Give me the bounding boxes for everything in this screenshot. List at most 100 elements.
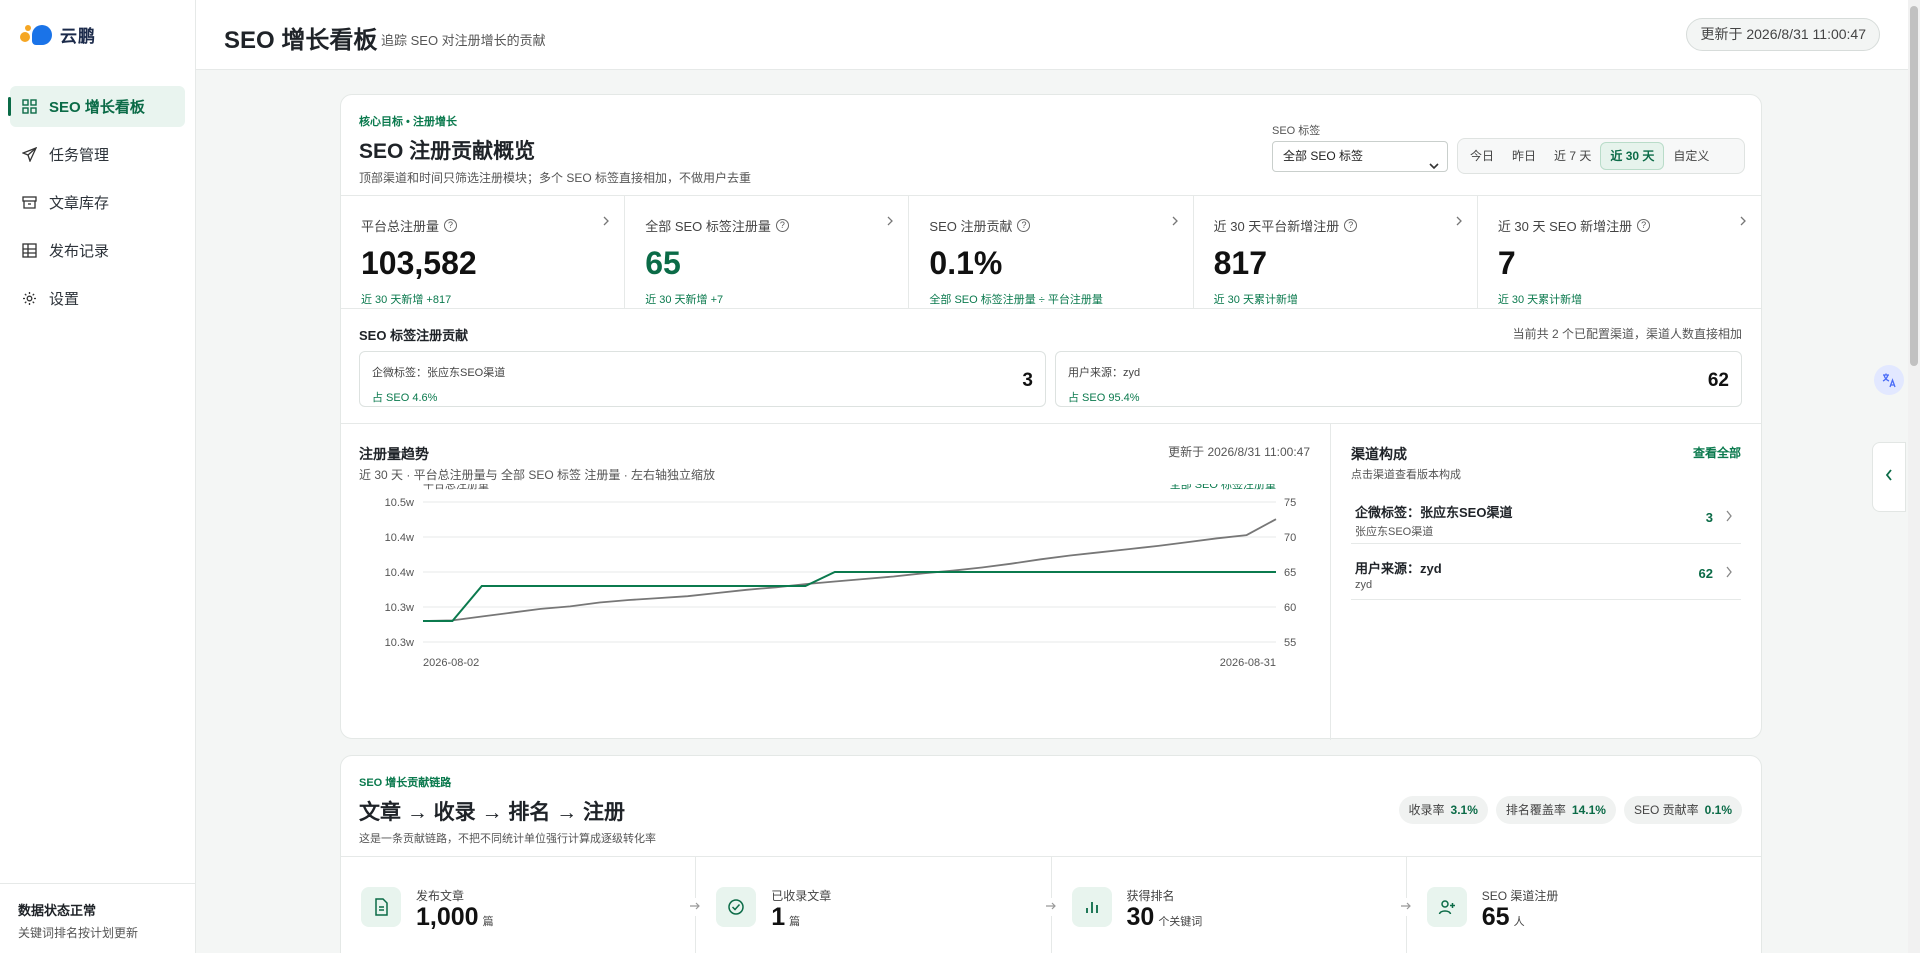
channel-subtitle: 点击渠道查看版本构成 <box>1351 469 1461 481</box>
kpi-card[interactable]: 全部 SEO 标签注册量? 65 近 30 天新增 +7 <box>625 196 910 308</box>
funnel-step: 获得排名 30 个关键词 <box>1052 857 1412 953</box>
translate-icon[interactable] <box>1874 365 1904 395</box>
channel-item[interactable]: 用户来源：zyd zyd 62 <box>1351 544 1741 600</box>
page-subtitle: 追踪 SEO 对注册增长的贡献 <box>381 33 546 48</box>
funnel-step-value: 1,000 篇 <box>416 903 494 931</box>
kpi-foot: 全部 SEO 标签注册量 ÷ 平台注册量 <box>929 294 1103 306</box>
kpi-foot: 近 30 天新增 +7 <box>645 294 724 306</box>
right-axis-tick: 55 <box>1284 637 1296 649</box>
range-today[interactable]: 今日 <box>1461 142 1503 170</box>
channel-name: 企微标签：张应东SEO渠道 <box>1355 505 1513 520</box>
left-axis-tick: 10.5w <box>385 497 414 509</box>
help-icon[interactable]: ? <box>1344 219 1358 232</box>
sidebar-item-label: SEO 增长看板 <box>49 99 145 116</box>
logo-mark-icon <box>20 23 56 47</box>
sidebar-item-seo-dashboard[interactable]: SEO 增长看板 <box>8 86 185 127</box>
kpi-label: 全部 SEO 标签注册量? <box>645 216 908 235</box>
right-axis-tick: 70 <box>1284 532 1296 544</box>
funnel-steps: 发布文章 1,000 篇 已收录文章 1篇 获得排名 30 个关键词 SEO 渠道注… <box>341 856 1761 953</box>
user-add-icon <box>1426 887 1467 927</box>
sidebar-item-label: 发布记录 <box>49 243 110 260</box>
send-icon <box>22 147 37 162</box>
channel-value: 62 <box>1698 566 1713 581</box>
right-axis-title: 全部 SEO 标签注册量 <box>1170 484 1276 491</box>
overview-card: 核心目标 • 注册增长 SEO 注册贡献概览 顶部渠道和时间只筛选注册模块；多个… <box>340 94 1762 740</box>
chevron-right-icon <box>1725 509 1733 527</box>
help-icon[interactable]: ? <box>1637 219 1651 232</box>
arrow-right-icon <box>1399 898 1412 916</box>
contribution-share: 占 SEO 4.6% <box>372 392 438 404</box>
chevron-right-icon <box>1455 213 1463 231</box>
channel-sub: zyd <box>1355 579 1373 591</box>
data-status: 数据状态正常 关键词排名按计划更新 <box>0 883 195 953</box>
left-axis-tick: 10.3w <box>385 602 414 614</box>
trend-title: 注册量趋势 <box>359 446 429 462</box>
contribution-note: 当前共 2 个已配置渠道，渠道人数直接相加 <box>1512 327 1742 341</box>
kpi-label: 近 30 天 SEO 新增注册? <box>1498 216 1761 235</box>
funnel-step-label: 已收录文章 <box>771 889 832 903</box>
check-circle-icon <box>716 887 757 927</box>
series-line-platform <box>422 518 1277 622</box>
chevron-right-icon <box>1739 213 1747 231</box>
left-axis-title: 平台总注册量 <box>423 484 489 491</box>
help-icon[interactable]: ? <box>1017 219 1031 232</box>
panel-toggle-button[interactable] <box>1872 442 1906 512</box>
kpi-value: 65 <box>645 245 681 281</box>
seo-tag-select[interactable]: 全部 SEO 标签 <box>1272 141 1448 172</box>
kpi-foot: 近 30 天累计新增 <box>1213 294 1298 306</box>
right-axis-tick: 65 <box>1284 567 1296 579</box>
range-7-days[interactable]: 近 7 天 <box>1545 142 1600 170</box>
sidebar-item-tasks[interactable]: 任务管理 <box>10 134 185 175</box>
data-status-sub: 关键词排名按计划更新 <box>18 926 139 940</box>
rate-pills: 收录率 3.1% 排名覆盖率 14.1% SEO 贡献率 0.1% <box>1398 796 1742 824</box>
kpi-value: 817 <box>1213 245 1267 281</box>
sidebar-item-settings[interactable]: 设置 <box>10 278 185 319</box>
kpi-card[interactable]: 平台总注册量? 103,582 近 30 天新增 +817 <box>341 196 626 308</box>
kpi-card[interactable]: 近 30 天 SEO 新增注册? 7 近 30 天累计新增 <box>1478 196 1761 308</box>
seo-tag-select-value: 全部 SEO 标签 <box>1283 149 1364 163</box>
funnel-desc: 这是一条贡献链路，不把不同统计单位强行计算成逐级转化率 <box>359 833 656 845</box>
kpi-row: 平台总注册量? 103,582 近 30 天新增 +817 全部 SEO 标签注… <box>341 195 1761 309</box>
range-yesterday[interactable]: 昨日 <box>1503 142 1545 170</box>
range-30-days[interactable]: 近 30 天 <box>1600 142 1665 170</box>
x-axis-tick-start: 2026-08-02 <box>423 657 479 669</box>
contribution-item[interactable]: 企微标签：张应东SEO渠道 占 SEO 4.6% 3 <box>359 351 1046 407</box>
updated-badge: 更新于 2026/8/31 11:00:47 <box>1686 18 1880 51</box>
sidebar-item-articles[interactable]: 文章库存 <box>10 182 185 223</box>
scrollbar-thumb[interactable] <box>1910 6 1918 366</box>
contribution-item[interactable]: 用户来源：zyd 占 SEO 95.4% 62 <box>1055 351 1742 407</box>
help-icon[interactable]: ? <box>444 219 458 232</box>
kpi-card[interactable]: 近 30 天平台新增注册? 817 近 30 天累计新增 <box>1194 196 1478 308</box>
contribution-value: 3 <box>1022 370 1033 391</box>
channel-title: 渠道构成 <box>1351 446 1407 462</box>
sidebar-item-publish-records[interactable]: 发布记录 <box>10 230 185 271</box>
top-bar: SEO 增长看板 追踪 SEO 对注册增长的贡献 更新于 2026/8/31 1… <box>196 0 1908 70</box>
bar-chart-icon <box>1071 887 1112 927</box>
funnel-step-label: 获得排名 <box>1126 889 1175 903</box>
archive-icon <box>22 195 37 210</box>
arrow-right-icon <box>689 898 702 916</box>
help-icon[interactable]: ? <box>775 219 789 232</box>
funnel-header: SEO 增长贡献链路 文章 → 收录 → 排名 → 注册 这是一条贡献链路，不把… <box>359 774 656 846</box>
funnel-eyebrow: SEO 增长贡献链路 <box>359 777 452 789</box>
funnel-step-value: 30 个关键词 <box>1126 903 1203 931</box>
view-all-link[interactable]: 查看全部 <box>1693 444 1741 461</box>
page-scrollbar[interactable] <box>1908 0 1920 953</box>
kpi-label: 平台总注册量? <box>361 216 624 235</box>
channel-item[interactable]: 企微标签：张应东SEO渠道 张应东SEO渠道 3 <box>1351 488 1741 544</box>
app-logo[interactable]: 云鹏 <box>20 22 96 47</box>
date-range-tabs: 今日 昨日 近 7 天 近 30 天 自定义 <box>1457 138 1745 174</box>
channel-sub: 张应东SEO渠道 <box>1355 526 1434 538</box>
funnel-step: SEO 渠道注册 65 人 <box>1407 857 1761 953</box>
kpi-foot: 近 30 天累计新增 <box>1497 294 1583 306</box>
range-custom[interactable]: 自定义 <box>1664 142 1718 170</box>
left-axis-tick: 10.4w <box>385 567 414 579</box>
kpi-card[interactable]: SEO 注册贡献? 0.1% 全部 SEO 标签注册量 ÷ 平台注册量 <box>909 196 1194 308</box>
chevron-right-icon <box>602 213 610 231</box>
rate-pill: 收录率 3.1% <box>1398 796 1488 824</box>
right-axis-tick: 60 <box>1284 602 1296 614</box>
kpi-value: 0.1% <box>929 245 1003 281</box>
sidebar-item-label: 文章库存 <box>49 195 110 212</box>
page-title: SEO 增长看板 <box>224 27 378 54</box>
sidebar: 云鹏 SEO 增长看板 任务管理 文章库存 发布记录 设置 数据状态正常 关键词… <box>0 0 196 953</box>
